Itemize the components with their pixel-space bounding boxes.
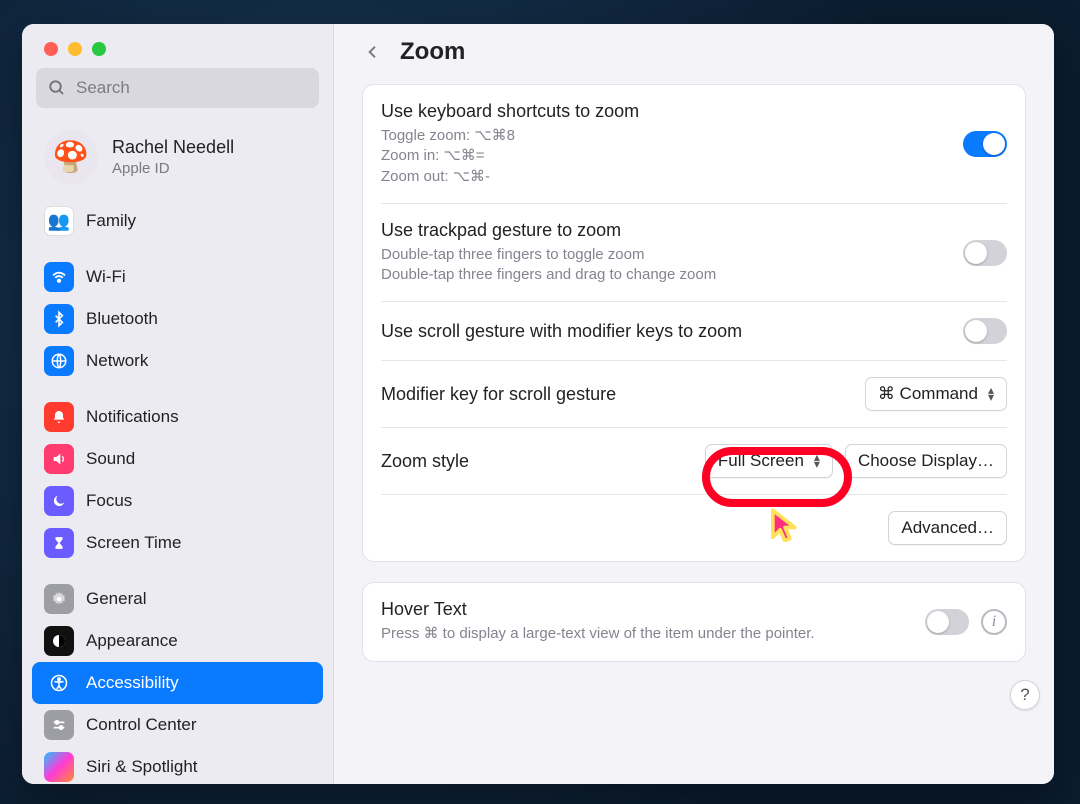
header: Zoom <box>334 24 1054 84</box>
sidebar-item-siri[interactable]: Siri & Spotlight <box>32 746 323 784</box>
hover-text-group: Hover Text Press ⌘ to display a large-te… <box>362 582 1026 661</box>
profile-name: Rachel Needell <box>112 137 234 158</box>
minimize-window-button[interactable] <box>68 42 82 56</box>
search-input[interactable] <box>36 68 319 108</box>
siri-icon <box>44 752 74 782</box>
sidebar-item-network[interactable]: Network <box>32 340 323 382</box>
gear-icon <box>44 584 74 614</box>
avatar: 🍄 <box>44 130 98 184</box>
sidebar-list: 👥 Family Wi-Fi Bluetooth Network Notific… <box>22 200 333 784</box>
sidebar-item-family[interactable]: 👥 Family <box>32 200 323 242</box>
profile-sub: Apple ID <box>112 160 234 177</box>
speaker-icon <box>44 444 74 474</box>
sidebar-item-notifications[interactable]: Notifications <box>32 396 323 438</box>
sidebar-item-label: General <box>86 589 146 609</box>
sidebar: 🍄 Rachel Needell Apple ID 👥 Family Wi-Fi… <box>22 24 334 784</box>
row-label: Modifier key for scroll gesture <box>381 384 851 405</box>
sidebar-item-label: Sound <box>86 449 135 469</box>
sidebar-item-label: Control Center <box>86 715 197 735</box>
window-controls <box>22 24 333 68</box>
settings-window: 🍄 Rachel Needell Apple ID 👥 Family Wi-Fi… <box>22 24 1054 784</box>
wifi-icon <box>44 262 74 292</box>
bell-icon <box>44 402 74 432</box>
select-value: ⌘ Command <box>878 384 978 404</box>
row-zoom-style: Zoom style Full Screen ▴▾ Choose Display… <box>381 428 1007 495</box>
row-label: Hover Text <box>381 599 911 620</box>
sidebar-item-label: Focus <box>86 491 132 511</box>
close-window-button[interactable] <box>44 42 58 56</box>
sidebar-item-label: Family <box>86 211 136 231</box>
row-trackpad-gesture: Use trackpad gesture to zoom Double-tap … <box>381 204 1007 303</box>
info-icon[interactable]: i <box>981 609 1007 635</box>
advanced-button[interactable]: Advanced… <box>888 511 1007 545</box>
moon-icon <box>44 486 74 516</box>
row-label: Zoom style <box>381 451 691 472</box>
hourglass-icon <box>44 528 74 558</box>
sliders-icon <box>44 710 74 740</box>
maximize-window-button[interactable] <box>92 42 106 56</box>
globe-icon <box>44 346 74 376</box>
bluetooth-icon <box>44 304 74 334</box>
family-icon: 👥 <box>44 206 74 236</box>
sidebar-item-label: Bluetooth <box>86 309 158 329</box>
sidebar-item-controlcenter[interactable]: Control Center <box>32 704 323 746</box>
hover-text-toggle[interactable] <box>925 609 969 635</box>
keyboard-shortcuts-toggle[interactable] <box>963 131 1007 157</box>
sidebar-item-screentime[interactable]: Screen Time <box>32 522 323 564</box>
row-label: Use trackpad gesture to zoom <box>381 220 949 241</box>
sidebar-item-accessibility[interactable]: Accessibility <box>32 662 323 704</box>
scroll-modifier-toggle[interactable] <box>963 318 1007 344</box>
row-desc: Double-tap three fingers to toggle zoom … <box>381 245 949 286</box>
row-advanced: Advanced… <box>381 495 1007 561</box>
accessibility-icon <box>44 668 74 698</box>
sidebar-item-general[interactable]: General <box>32 578 323 620</box>
sidebar-item-appearance[interactable]: Appearance <box>32 620 323 662</box>
choose-display-button[interactable]: Choose Display… <box>845 444 1007 478</box>
sidebar-item-label: Network <box>86 351 148 371</box>
row-keyboard-shortcuts: Use keyboard shortcuts to zoom Toggle zo… <box>381 85 1007 204</box>
sidebar-item-wifi[interactable]: Wi-Fi <box>32 256 323 298</box>
sidebar-item-sound[interactable]: Sound <box>32 438 323 480</box>
sidebar-item-focus[interactable]: Focus <box>32 480 323 522</box>
sidebar-item-label: Appearance <box>86 631 178 651</box>
main-pane: Zoom Use keyboard shortcuts to zoom Togg… <box>334 24 1054 784</box>
sidebar-item-label: Notifications <box>86 407 179 427</box>
contrast-icon <box>44 626 74 656</box>
row-desc: Press ⌘ to display a large-text view of … <box>381 624 911 644</box>
page-title: Zoom <box>400 38 465 66</box>
sidebar-item-label: Accessibility <box>86 673 179 693</box>
help-button[interactable]: ? <box>1010 680 1040 710</box>
zoom-settings-group: Use keyboard shortcuts to zoom Toggle zo… <box>362 84 1026 562</box>
chevron-updown-icon: ▴▾ <box>988 387 994 401</box>
sidebar-item-label: Wi-Fi <box>86 267 126 287</box>
zoom-style-select[interactable]: Full Screen ▴▾ <box>705 444 833 478</box>
sidebar-item-label: Screen Time <box>86 533 181 553</box>
row-hover-text: Hover Text Press ⌘ to display a large-te… <box>381 583 1007 660</box>
sidebar-item-apple-id[interactable]: 🍄 Rachel Needell Apple ID <box>22 118 333 200</box>
row-label: Use keyboard shortcuts to zoom <box>381 101 949 122</box>
row-desc: Toggle zoom: ⌥⌘8 Zoom in: ⌥⌘= Zoom out: … <box>381 126 949 187</box>
row-scroll-modifier: Use scroll gesture with modifier keys to… <box>381 302 1007 361</box>
sidebar-item-label: Siri & Spotlight <box>86 757 198 777</box>
row-label: Use scroll gesture with modifier keys to… <box>381 321 949 342</box>
row-modifier-key: Modifier key for scroll gesture ⌘ Comman… <box>381 361 1007 428</box>
trackpad-gesture-toggle[interactable] <box>963 240 1007 266</box>
modifier-key-select[interactable]: ⌘ Command ▴▾ <box>865 377 1007 411</box>
select-value: Full Screen <box>718 451 804 471</box>
chevron-updown-icon: ▴▾ <box>814 454 820 468</box>
back-button[interactable] <box>360 39 386 65</box>
sidebar-item-bluetooth[interactable]: Bluetooth <box>32 298 323 340</box>
